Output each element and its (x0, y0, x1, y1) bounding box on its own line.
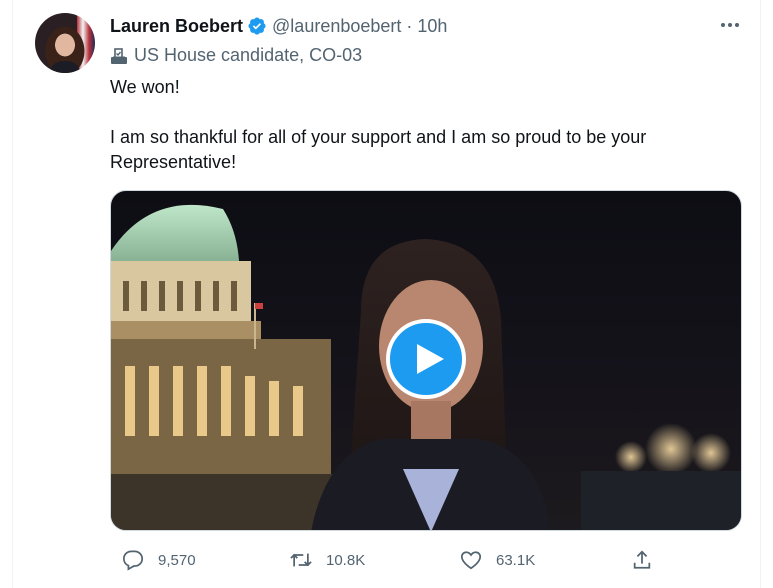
timestamp[interactable]: 10h (417, 16, 447, 37)
tweet: Lauren Boebert @laurenboebert · 10h US H… (12, 0, 761, 588)
author-handle[interactable]: @laurenboebert (272, 16, 401, 37)
retweet-button[interactable]: 10.8K (290, 546, 365, 574)
tweet-text-line-2: I am so thankful for all of your support… (110, 127, 647, 172)
tweet-text-line-1: We won! (110, 77, 180, 97)
account-label: US House candidate, CO-03 (110, 45, 362, 66)
action-bar: 9,570 10.8K 63.1K (110, 546, 750, 574)
reply-icon (122, 550, 144, 571)
ballot-box-icon (110, 47, 128, 65)
tweet-header: Lauren Boebert @laurenboebert · 10h (110, 14, 447, 38)
tweet-text: We won! I am so thankful for all of your… (110, 75, 730, 175)
retweet-count: 10.8K (326, 551, 366, 569)
separator-dot: · (406, 15, 413, 36)
share-icon (633, 550, 651, 569)
share-button[interactable] (631, 546, 653, 574)
like-icon (460, 551, 482, 570)
retweet-icon (290, 553, 312, 567)
author-name[interactable]: Lauren Boebert (110, 16, 243, 37)
video-player[interactable] (110, 190, 742, 531)
play-button[interactable] (386, 319, 466, 399)
more-icon[interactable] (719, 16, 741, 34)
play-icon (417, 344, 444, 374)
verified-badge-icon (247, 16, 267, 36)
account-label-text: US House candidate, CO-03 (134, 45, 363, 65)
avatar[interactable] (35, 13, 95, 73)
like-button[interactable]: 63.1K (460, 546, 535, 574)
reply-count: 9,570 (158, 551, 196, 569)
like-count: 63.1K (496, 551, 536, 569)
reply-button[interactable]: 9,570 (122, 546, 196, 574)
